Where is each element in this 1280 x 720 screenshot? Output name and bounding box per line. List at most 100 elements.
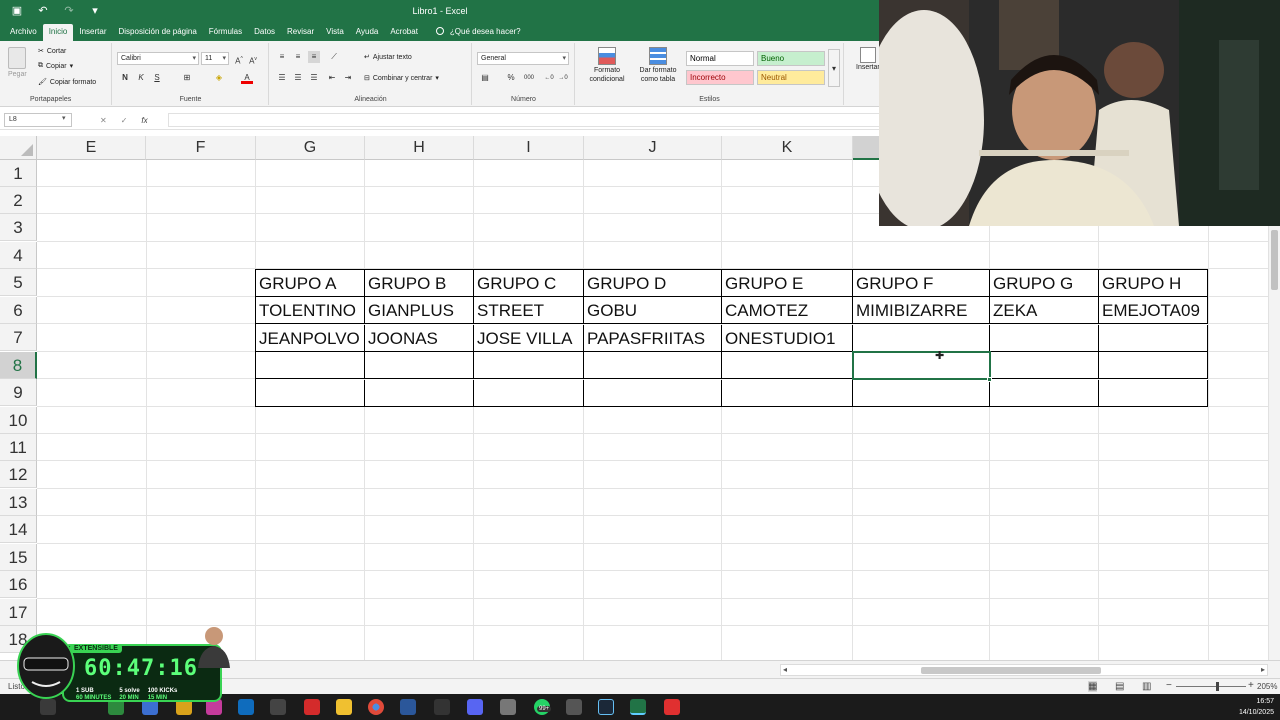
table-cell[interactable]: JOONAS xyxy=(365,325,474,352)
zoom-in-icon[interactable]: + xyxy=(1248,680,1254,691)
table-cell[interactable]: JEANPOLVO xyxy=(256,325,365,352)
table-cell[interactable] xyxy=(722,352,853,379)
styles-more-icon[interactable]: ▾ xyxy=(828,49,840,87)
table-cell[interactable] xyxy=(990,325,1099,352)
row-header-3[interactable]: 3 xyxy=(0,214,37,241)
align-center-icon[interactable]: ☰ xyxy=(292,72,304,84)
paste-button[interactable]: Pegar xyxy=(8,47,27,78)
tab-archivo[interactable]: Archivo xyxy=(4,24,43,41)
table-cell[interactable]: GOBU xyxy=(584,297,722,324)
column-header-h[interactable]: H xyxy=(365,136,474,160)
table-cell[interactable]: GIANPLUS xyxy=(365,297,474,324)
merge-dropdown-icon[interactable]: ▾ xyxy=(435,74,439,82)
zoom-level[interactable]: 205% xyxy=(1257,682,1277,691)
table-cell[interactable] xyxy=(1099,380,1208,407)
font-color-icon[interactable]: A xyxy=(241,72,253,84)
row-header-6[interactable]: 6 xyxy=(0,297,37,324)
steam-icon[interactable] xyxy=(598,699,614,715)
accounting-format-icon[interactable]: ▤ xyxy=(479,72,491,84)
row-header-15[interactable]: 15 xyxy=(0,544,37,571)
fill-handle[interactable] xyxy=(987,377,992,382)
column-header-e[interactable]: E xyxy=(37,136,146,160)
align-top-icon[interactable]: ≡ xyxy=(276,51,288,63)
underline-button[interactable]: S xyxy=(151,72,163,84)
row-header-8[interactable]: 8 xyxy=(0,352,37,379)
decrease-indent-icon[interactable]: ⇤ xyxy=(326,72,338,84)
vertical-scrollbar[interactable] xyxy=(1268,226,1280,660)
table-cell[interactable]: CAMOTEZ xyxy=(722,297,853,324)
calculator-icon[interactable] xyxy=(566,699,582,715)
row-header-9[interactable]: 9 xyxy=(0,379,37,406)
table-cell[interactable]: PAPASFRIITAS xyxy=(584,325,722,352)
italic-button[interactable]: K xyxy=(135,72,147,84)
column-header-f[interactable]: F xyxy=(146,136,256,160)
orientation-icon[interactable]: ⟋ xyxy=(328,51,340,63)
capcut-icon[interactable] xyxy=(270,699,286,715)
cancel-icon[interactable]: ✕ xyxy=(100,116,107,125)
normal-view-icon[interactable]: ▦ xyxy=(1088,681,1098,692)
scroll-right-icon[interactable]: ▸ xyxy=(1261,665,1265,675)
align-left-icon[interactable]: ☰ xyxy=(276,72,288,84)
tab-inicio[interactable]: Inicio xyxy=(42,24,74,41)
tab-formulas[interactable]: Fórmulas xyxy=(203,24,248,41)
enter-icon[interactable]: ✓ xyxy=(121,116,128,125)
row-header-10[interactable]: 10 xyxy=(0,407,37,434)
table-cell[interactable] xyxy=(256,352,365,379)
tab-revisar[interactable]: Revisar xyxy=(281,24,320,41)
zoom-slider-thumb[interactable] xyxy=(1216,682,1219,691)
table-cell[interactable]: TOLENTINO xyxy=(256,297,365,324)
vertical-scroll-thumb[interactable] xyxy=(1271,230,1278,290)
number-format-select[interactable]: General xyxy=(477,52,569,65)
font-size-select[interactable]: 11 xyxy=(201,52,229,65)
app-icon[interactable] xyxy=(500,699,516,715)
app-icon[interactable] xyxy=(664,699,680,715)
table-cell[interactable] xyxy=(853,380,990,407)
format-as-table-button[interactable]: Dar formato como tabla xyxy=(632,47,684,84)
conditional-format-button[interactable]: Formato condicional xyxy=(582,47,632,84)
row-header-11[interactable]: 11 xyxy=(0,434,37,461)
active-cell-selection[interactable] xyxy=(852,351,991,380)
style-neutral[interactable]: Neutral xyxy=(757,70,825,85)
zoom-out-icon[interactable]: − xyxy=(1166,680,1172,691)
font-name-select[interactable]: Calibri xyxy=(117,52,199,65)
table-header-cell[interactable]: GRUPO F xyxy=(853,270,990,297)
page-layout-icon[interactable]: ▤ xyxy=(1115,681,1124,692)
row-header-16[interactable]: 16 xyxy=(0,571,37,598)
table-cell[interactable]: EMEJOTA09 xyxy=(1099,297,1208,324)
table-header-cell[interactable]: GRUPO B xyxy=(365,270,474,297)
tell-me-search[interactable]: ¿Qué desea hacer? xyxy=(430,24,527,41)
system-clock[interactable]: 16:57 14/10/2025 xyxy=(1239,696,1274,718)
table-cell[interactable] xyxy=(474,380,584,407)
table-cell[interactable] xyxy=(365,380,474,407)
app-icon[interactable] xyxy=(434,699,450,715)
tab-ayuda[interactable]: Ayuda xyxy=(350,24,385,41)
tab-acrobat[interactable]: Acrobat xyxy=(384,24,424,41)
row-header-1[interactable]: 1 xyxy=(0,160,37,187)
column-header-i[interactable]: I xyxy=(474,136,584,160)
copy-button[interactable]: ⧉ Copiar ▾ xyxy=(38,62,73,70)
row-header-5[interactable]: 5 xyxy=(0,269,37,296)
table-cell[interactable]: ZEKA xyxy=(990,297,1099,324)
table-header-cell[interactable]: GRUPO C xyxy=(474,270,584,297)
insert-cells-button[interactable]: Insertar xyxy=(856,47,880,71)
column-header-g[interactable]: G xyxy=(256,136,365,160)
style-bad[interactable]: Incorrecto xyxy=(686,70,754,85)
grow-font-icon[interactable]: A^ xyxy=(233,53,245,66)
name-box-dropdown-icon[interactable]: ▾ xyxy=(62,114,66,122)
table-cell[interactable]: JOSE VILLA xyxy=(474,325,584,352)
page-break-icon[interactable]: ▥ xyxy=(1142,681,1151,692)
column-header-k[interactable]: K xyxy=(722,136,853,160)
table-cell[interactable] xyxy=(1099,352,1208,379)
wrap-text-button[interactable]: ↵ Ajustar texto xyxy=(364,53,412,62)
style-normal[interactable]: Normal xyxy=(686,51,754,66)
table-cell[interactable] xyxy=(722,380,853,407)
table-cell[interactable]: MIMIBIZARRE xyxy=(853,297,990,324)
outlook-icon[interactable] xyxy=(238,699,254,715)
merge-center-button[interactable]: ⊟ Combinar y centrar ▾ xyxy=(364,74,439,83)
row-header-12[interactable]: 12 xyxy=(0,461,37,488)
zoom-slider[interactable] xyxy=(1176,686,1246,687)
app-icon[interactable] xyxy=(304,699,320,715)
align-middle-icon[interactable]: ≡ xyxy=(292,51,304,63)
fill-color-icon[interactable]: ◈ xyxy=(213,72,225,84)
excel-icon[interactable] xyxy=(630,699,646,715)
